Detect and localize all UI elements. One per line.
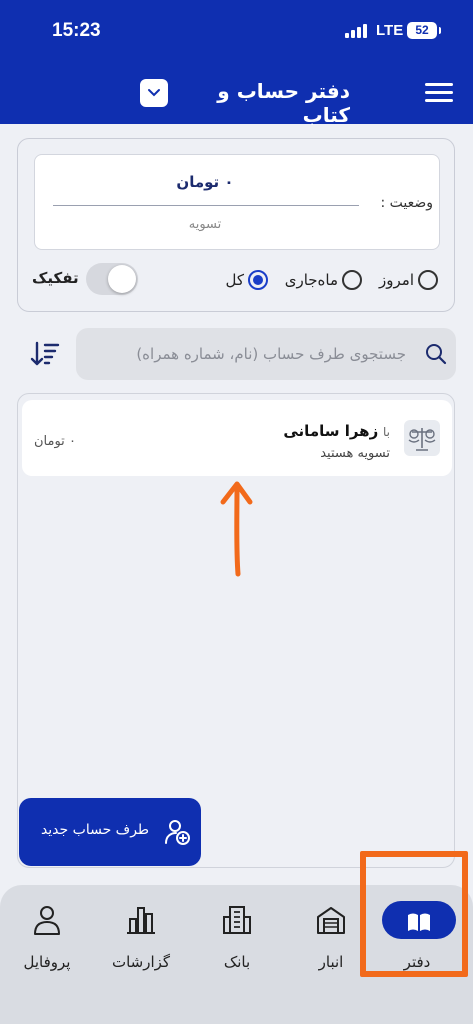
bottom-nav: دفتر انبار بانک گزارشات پروفایل: [0, 885, 473, 1024]
radio-all-label: کل: [225, 271, 244, 289]
account-status: تسویه هستید: [320, 446, 390, 461]
warehouse-icon: [314, 903, 348, 937]
menu-icon[interactable]: [425, 81, 453, 105]
nav-profile-label: پروفایل: [23, 953, 71, 971]
radio-today[interactable]: امروز: [379, 267, 438, 293]
nav-profile[interactable]: پروفایل: [2, 895, 92, 985]
status-bar: 15:23 LTE 52: [0, 0, 473, 62]
nav-warehouse-label: انبار: [318, 953, 344, 971]
toggle-knob: [108, 265, 136, 293]
bank-building-icon: [220, 903, 254, 937]
breakdown-toggle[interactable]: [86, 263, 138, 295]
list-item[interactable]: با زهرا سامانی تسویه هستید ۰ تومان: [22, 400, 452, 476]
breakdown-label: تفکیک: [32, 269, 79, 287]
nav-reports-label: گزارشات: [111, 953, 171, 971]
radio-all[interactable]: کل: [225, 267, 268, 293]
nav-bank[interactable]: بانک: [192, 895, 282, 985]
add-account-label: طرف حساب جدید: [40, 822, 150, 838]
network-type: LTE: [376, 22, 404, 39]
page-title: دفتر حساب و کتاب: [217, 79, 350, 127]
radio-current-month-label: ماه‌جاری: [284, 271, 338, 289]
radio-today-label: امروز: [379, 271, 414, 289]
radio-circle: [418, 270, 438, 290]
status-amount: ۰ تومان: [176, 173, 234, 191]
chevron-down-icon: [148, 89, 160, 97]
ledger-dropdown-button[interactable]: [140, 79, 168, 107]
search-icon[interactable]: [424, 342, 448, 366]
status-summary: وضعیت : ۰ تومان تسویه: [34, 154, 440, 250]
nav-ledger-label: دفتر: [403, 953, 431, 971]
account-list: با زهرا سامانی تسویه هستید ۰ تومان: [17, 393, 455, 868]
account-name-prefix: با: [383, 425, 390, 439]
nav-warehouse[interactable]: انبار: [286, 895, 376, 985]
account-name-text: زهرا سامانی: [283, 422, 379, 440]
app-header: دفتر حساب و کتاب: [0, 62, 473, 127]
search-input[interactable]: [86, 340, 406, 368]
divider: [53, 205, 359, 206]
nav-bank-label: بانک: [223, 953, 251, 971]
annotation-arrow-icon: [220, 481, 253, 577]
radio-circle: [342, 270, 362, 290]
add-user-icon: [163, 818, 191, 846]
radio-current-month[interactable]: ماه‌جاری: [285, 267, 362, 293]
account-amount: ۰ تومان: [34, 434, 76, 449]
nav-reports[interactable]: گزارشات: [96, 895, 186, 985]
search-box: [76, 328, 456, 380]
person-icon: [30, 903, 64, 937]
book-icon: [402, 905, 436, 939]
battery-icon: 52: [407, 22, 441, 39]
filter-card: وضعیت : ۰ تومان تسویه امروز ماه‌جاری کل …: [17, 138, 455, 312]
radio-circle-selected: [248, 270, 268, 290]
account-name: با زهرا سامانی: [283, 422, 390, 440]
balance-scale-icon: [404, 420, 440, 456]
nav-ledger[interactable]: دفتر: [372, 895, 462, 985]
bar-chart-icon: [124, 903, 158, 937]
status-label: وضعیت :: [380, 195, 433, 211]
status-settle-text: تسویه: [188, 217, 222, 232]
status-time: 15:23: [52, 20, 101, 41]
signal-icon: [345, 24, 369, 38]
sort-icon[interactable]: [30, 340, 60, 368]
add-account-button[interactable]: طرف حساب جدید: [19, 798, 201, 866]
